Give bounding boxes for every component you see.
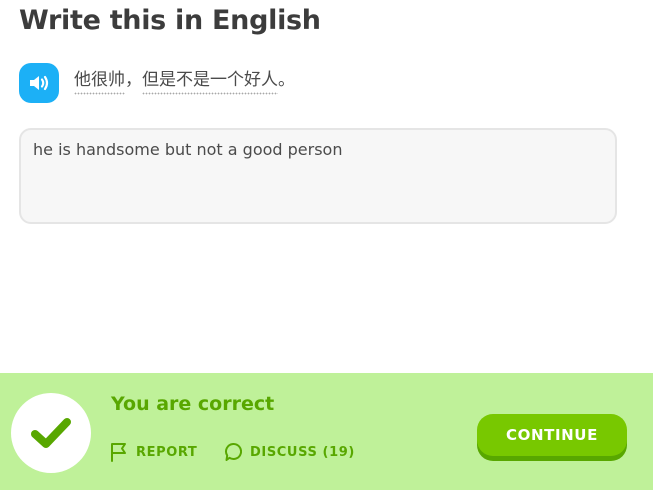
flag-icon xyxy=(110,442,128,462)
prompt-word-segment[interactable]: 他很帅 xyxy=(74,70,125,95)
prompt-punctuation: ， xyxy=(125,70,142,90)
check-badge xyxy=(11,393,91,473)
feedback-footer: You are correct REPORT DISCUSS (19) CONT… xyxy=(0,373,653,490)
report-button[interactable]: REPORT xyxy=(110,441,197,463)
answer-textarea[interactable]: he is handsome but not a good person xyxy=(19,128,617,224)
report-label: REPORT xyxy=(136,444,198,460)
prompt-word-segment[interactable]: 但是不是一个好人 xyxy=(142,70,278,95)
page-title: Write this in English xyxy=(19,5,321,36)
comment-icon xyxy=(224,442,242,462)
prompt-sentence: 他很帅，但是不是一个好人。 xyxy=(74,68,295,95)
continue-button[interactable]: CONTINUE xyxy=(477,414,627,456)
checkmark-icon xyxy=(30,416,72,450)
prompt-punctuation: 。 xyxy=(278,70,295,90)
feedback-status: You are correct xyxy=(111,393,275,415)
discuss-button[interactable]: DISCUSS (19) xyxy=(224,441,355,463)
speaker-icon xyxy=(28,73,50,93)
discuss-label: DISCUSS (19) xyxy=(250,444,355,460)
play-audio-button[interactable] xyxy=(19,63,59,103)
